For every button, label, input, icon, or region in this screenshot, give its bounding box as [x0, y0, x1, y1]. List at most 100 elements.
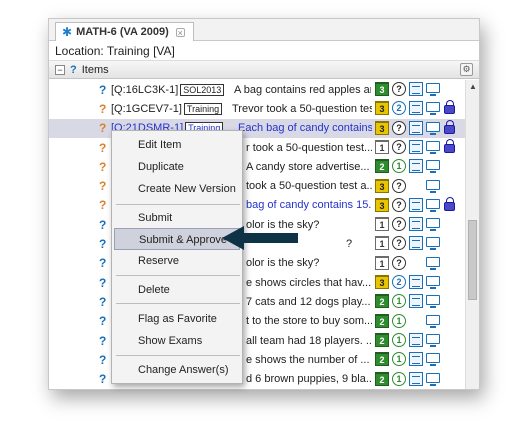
question-icon: ? — [99, 237, 107, 252]
lock-icon — [444, 138, 455, 153]
item-tag: Training — [183, 102, 223, 115]
item-text: took a 50-question test a... — [246, 180, 372, 193]
context-menu: Edit Item Duplicate Create New Version S… — [111, 130, 243, 384]
question-icon: ? — [99, 140, 107, 155]
document-icon[interactable] — [409, 371, 423, 386]
preview-icon[interactable] — [426, 256, 440, 270]
preview-icon[interactable] — [426, 179, 440, 193]
gear-icon[interactable]: ⚙ — [460, 63, 473, 76]
menu-item-show-exams[interactable]: Show Exams — [114, 330, 240, 352]
item-text: A candy store advertise... — [246, 160, 370, 173]
menu-item-duplicate[interactable]: Duplicate — [114, 156, 240, 178]
item-text: t to the store to buy som... — [246, 315, 372, 328]
tab-math-6[interactable]: ✱ MATH-6 (VA 2009) × — [55, 22, 194, 41]
bucket-icon: 3 — [375, 120, 389, 135]
preview-icon[interactable] — [426, 218, 440, 232]
bucket-icon: 2 — [375, 313, 389, 328]
items-header: − ? Items ⚙ — [49, 61, 479, 79]
document-icon[interactable] — [409, 159, 423, 174]
preview-icon[interactable] — [426, 198, 440, 212]
question-icon: ? — [99, 333, 107, 348]
status-circle-icon: 1 — [392, 371, 406, 386]
item-text: Trevor took a 50-question test... — [232, 102, 372, 115]
preview-icon[interactable] — [426, 237, 440, 251]
item-tag: SOL2013 — [180, 83, 225, 96]
preview-icon[interactable] — [426, 276, 440, 289]
document-icon[interactable] — [409, 139, 423, 154]
preview-icon[interactable] — [426, 140, 440, 154]
status-circle-icon: ? — [392, 120, 406, 135]
preview-icon[interactable] — [426, 83, 440, 96]
preview-icon[interactable] — [426, 314, 440, 328]
item-id: [Q:16LC3K-1] SOL2013 — [111, 83, 226, 96]
bucket-icon: 2 — [375, 371, 389, 386]
question-icon: ? — [99, 159, 107, 174]
scrollbar-thumb[interactable] — [468, 220, 477, 300]
question-icon: ? — [99, 256, 107, 271]
status-circle-icon: 1 — [392, 159, 406, 174]
question-icon: ? — [99, 372, 107, 387]
item-text: Each bag of candy contains 1... — [238, 122, 372, 135]
menu-item-reserve[interactable]: Reserve — [114, 250, 240, 272]
question-icon: ? — [99, 294, 107, 309]
bucket-icon: 1 — [375, 255, 389, 270]
document-icon[interactable] — [409, 217, 423, 232]
item-text: ? — [346, 238, 353, 251]
item-text: r took a 50-question test... — [246, 141, 372, 154]
question-icon: ? — [99, 352, 107, 367]
list-item[interactable]: ? [Q:1GCEV7-1] Training Trevor took a 50-… — [49, 99, 467, 118]
status-circle-icon: ? — [392, 217, 406, 232]
question-icon: ? — [99, 121, 107, 136]
bucket-icon: 3 — [375, 275, 389, 289]
lock-icon — [444, 119, 455, 134]
menu-item-flag-favorite[interactable]: Flag as Favorite — [114, 308, 240, 330]
status-circle-icon: 2 — [392, 275, 406, 289]
collapse-icon[interactable]: − — [55, 64, 65, 75]
item-text: e shows the number of ... — [246, 353, 370, 366]
document-icon[interactable] — [409, 294, 423, 309]
star-icon: ✱ — [62, 25, 73, 39]
list-item[interactable]: ? [Q:16LC3K-1] SOL2013 A bag contains red… — [49, 80, 467, 99]
preview-icon[interactable] — [426, 160, 440, 174]
preview-icon[interactable] — [426, 121, 440, 135]
item-text: all team had 18 players. ... — [246, 334, 372, 347]
preview-icon[interactable] — [426, 372, 440, 386]
preview-icon[interactable] — [426, 333, 440, 347]
scroll-up-icon[interactable]: ▲ — [469, 82, 477, 91]
bucket-icon: 3 — [375, 178, 389, 193]
document-icon[interactable] — [409, 332, 423, 347]
menu-item-delete[interactable]: Delete — [114, 279, 240, 301]
menu-separator — [116, 303, 240, 304]
status-circle-icon: ? — [392, 178, 406, 193]
question-icon: ? — [99, 179, 107, 194]
bucket-icon: 3 — [375, 101, 389, 116]
lock-icon — [444, 100, 455, 115]
document-icon[interactable] — [409, 197, 423, 212]
bucket-icon: 1 — [375, 139, 389, 154]
document-icon[interactable] — [409, 120, 423, 135]
menu-item-create-new-version[interactable]: Create New Version — [114, 178, 240, 200]
preview-icon[interactable] — [426, 295, 440, 309]
menu-separator — [116, 275, 240, 276]
vertical-scrollbar[interactable]: ▲ — [465, 80, 479, 389]
document-icon[interactable] — [409, 236, 423, 251]
close-tab-icon[interactable]: × — [175, 27, 185, 37]
location-label: Location: Training [VA] — [49, 41, 479, 61]
status-circle-icon: ? — [392, 82, 406, 96]
preview-icon[interactable] — [426, 102, 440, 116]
menu-item-edit-item[interactable]: Edit Item — [114, 134, 240, 156]
item-text: 7 cats and 12 dogs play... — [246, 295, 371, 308]
item-text: bag of candy contains 15... — [246, 199, 372, 212]
preview-icon[interactable] — [426, 353, 440, 367]
document-icon[interactable] — [409, 101, 423, 116]
item-text: olor is the sky? — [246, 257, 320, 270]
status-circle-icon: 2 — [392, 101, 406, 116]
status-circle-icon: 1 — [392, 332, 406, 347]
item-text: d 6 brown puppies, 9 bla... — [246, 373, 372, 386]
document-icon[interactable] — [409, 275, 423, 289]
bucket-icon: 2 — [375, 294, 389, 309]
document-icon[interactable] — [409, 82, 423, 96]
document-icon[interactable] — [409, 352, 423, 367]
arrow-shape — [222, 226, 298, 250]
menu-item-change-answers[interactable]: Change Answer(s) — [114, 359, 240, 381]
